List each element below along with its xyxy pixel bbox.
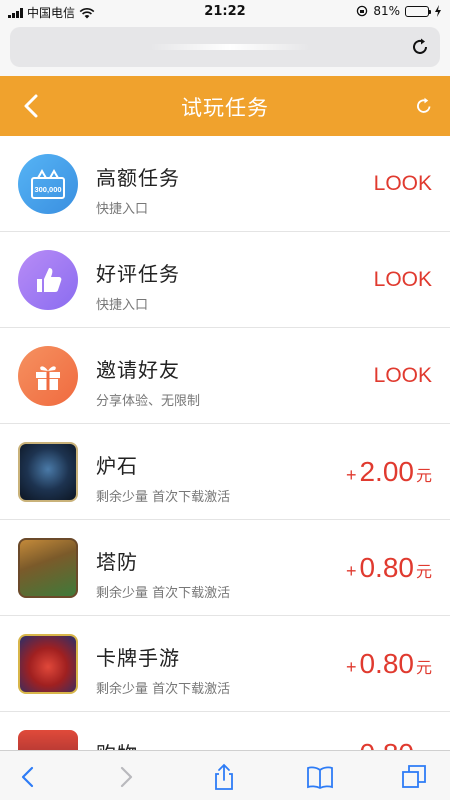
- game-thumbnail-hearthstone: [18, 442, 78, 502]
- page-title: 试玩任务: [181, 96, 269, 120]
- status-right: 81%: [356, 4, 442, 18]
- item-subtitle: 快捷入口: [96, 298, 149, 313]
- game-thumbnail-shopping: [18, 730, 78, 750]
- look-button[interactable]: LOOK: [374, 172, 432, 196]
- list-item-game[interactable]: 塔防 剩余少量 首次下载激活 + 0.80 元: [0, 520, 450, 616]
- reward-unit: 元: [415, 562, 432, 581]
- game-thumbnail-card-game: [18, 634, 78, 694]
- item-title: 购物: [96, 738, 138, 750]
- item-subtitle: 剩余少量 首次下载激活: [96, 682, 231, 697]
- battery-percent: 81%: [373, 4, 400, 18]
- battery-icon: [405, 5, 431, 17]
- game-thumbnail-tower-defense: [18, 538, 78, 598]
- look-button[interactable]: LOOK: [374, 268, 432, 292]
- reward-value: 2.00: [359, 456, 414, 487]
- share-icon[interactable]: [210, 763, 238, 791]
- reward-amount[interactable]: + 0.80 元: [346, 552, 432, 584]
- ticket-300000-icon: 300,000: [18, 154, 78, 214]
- page-header: 试玩任务: [0, 76, 450, 136]
- thumbs-up-icon: [18, 250, 78, 310]
- reward-value: 0.80: [359, 552, 414, 583]
- gift-icon: [18, 346, 78, 406]
- refresh-icon[interactable]: [414, 96, 434, 116]
- status-bar: 中国电信 21:22 81%: [0, 0, 450, 24]
- reward-amount[interactable]: + 0.80 元: [346, 648, 432, 680]
- charging-icon: [435, 5, 441, 17]
- list-item-high-reward[interactable]: 300,000 高额任务 快捷入口 LOOK: [0, 136, 450, 232]
- browser-address-area: [0, 24, 450, 76]
- item-title: 高额任务: [96, 166, 180, 190]
- item-subtitle: 剩余少量 首次下载激活: [96, 586, 231, 601]
- reload-icon[interactable]: [410, 37, 430, 57]
- tabs-icon[interactable]: [400, 763, 428, 791]
- orientation-lock-icon: [357, 5, 368, 17]
- list-item-invite-friends[interactable]: 邀请好友 分享体验、无限制 LOOK: [0, 328, 450, 424]
- reward-value: 0.80: [359, 648, 414, 679]
- item-title: 卡牌手游: [96, 646, 180, 670]
- item-subtitle: 分享体验、无限制: [96, 394, 201, 409]
- list-item-game[interactable]: 炉石 剩余少量 首次下载激活 + 2.00 元: [0, 424, 450, 520]
- reward-plus: +: [345, 561, 357, 581]
- reward-value: 0.80: [359, 738, 414, 750]
- address-bar[interactable]: [10, 27, 440, 67]
- item-title: 塔防: [96, 550, 138, 574]
- task-list: 300,000 高额任务 快捷入口 LOOK 好评任务 快捷入口 LOOK 邀请…: [0, 136, 450, 750]
- look-button[interactable]: LOOK: [374, 364, 432, 388]
- item-subtitle: 快捷入口: [96, 202, 149, 217]
- reward-unit: 元: [415, 466, 432, 485]
- bookmarks-icon[interactable]: [306, 763, 334, 791]
- reward-plus: +: [345, 657, 357, 677]
- reward-unit: 元: [415, 658, 432, 677]
- item-title: 邀请好友: [96, 358, 180, 382]
- reward-amount[interactable]: + 0.80 元: [346, 738, 432, 750]
- list-item-good-review[interactable]: 好评任务 快捷入口 LOOK: [0, 232, 450, 328]
- reward-plus: +: [345, 465, 357, 485]
- reward-amount[interactable]: + 2.00 元: [346, 456, 432, 488]
- ticket-amount: 300,000: [34, 185, 61, 194]
- browser-forward-icon[interactable]: [112, 763, 140, 791]
- list-item-game[interactable]: 卡牌手游 剩余少量 首次下载激活 + 0.80 元: [0, 616, 450, 712]
- browser-toolbar: [0, 750, 450, 800]
- item-subtitle: 剩余少量 首次下载激活: [96, 490, 231, 505]
- blurred-url: [150, 44, 310, 50]
- list-item-game[interactable]: 购物 + 0.80 元: [0, 712, 450, 750]
- item-title: 炉石: [96, 454, 138, 478]
- item-title: 好评任务: [96, 262, 180, 286]
- browser-back-icon[interactable]: [14, 763, 42, 791]
